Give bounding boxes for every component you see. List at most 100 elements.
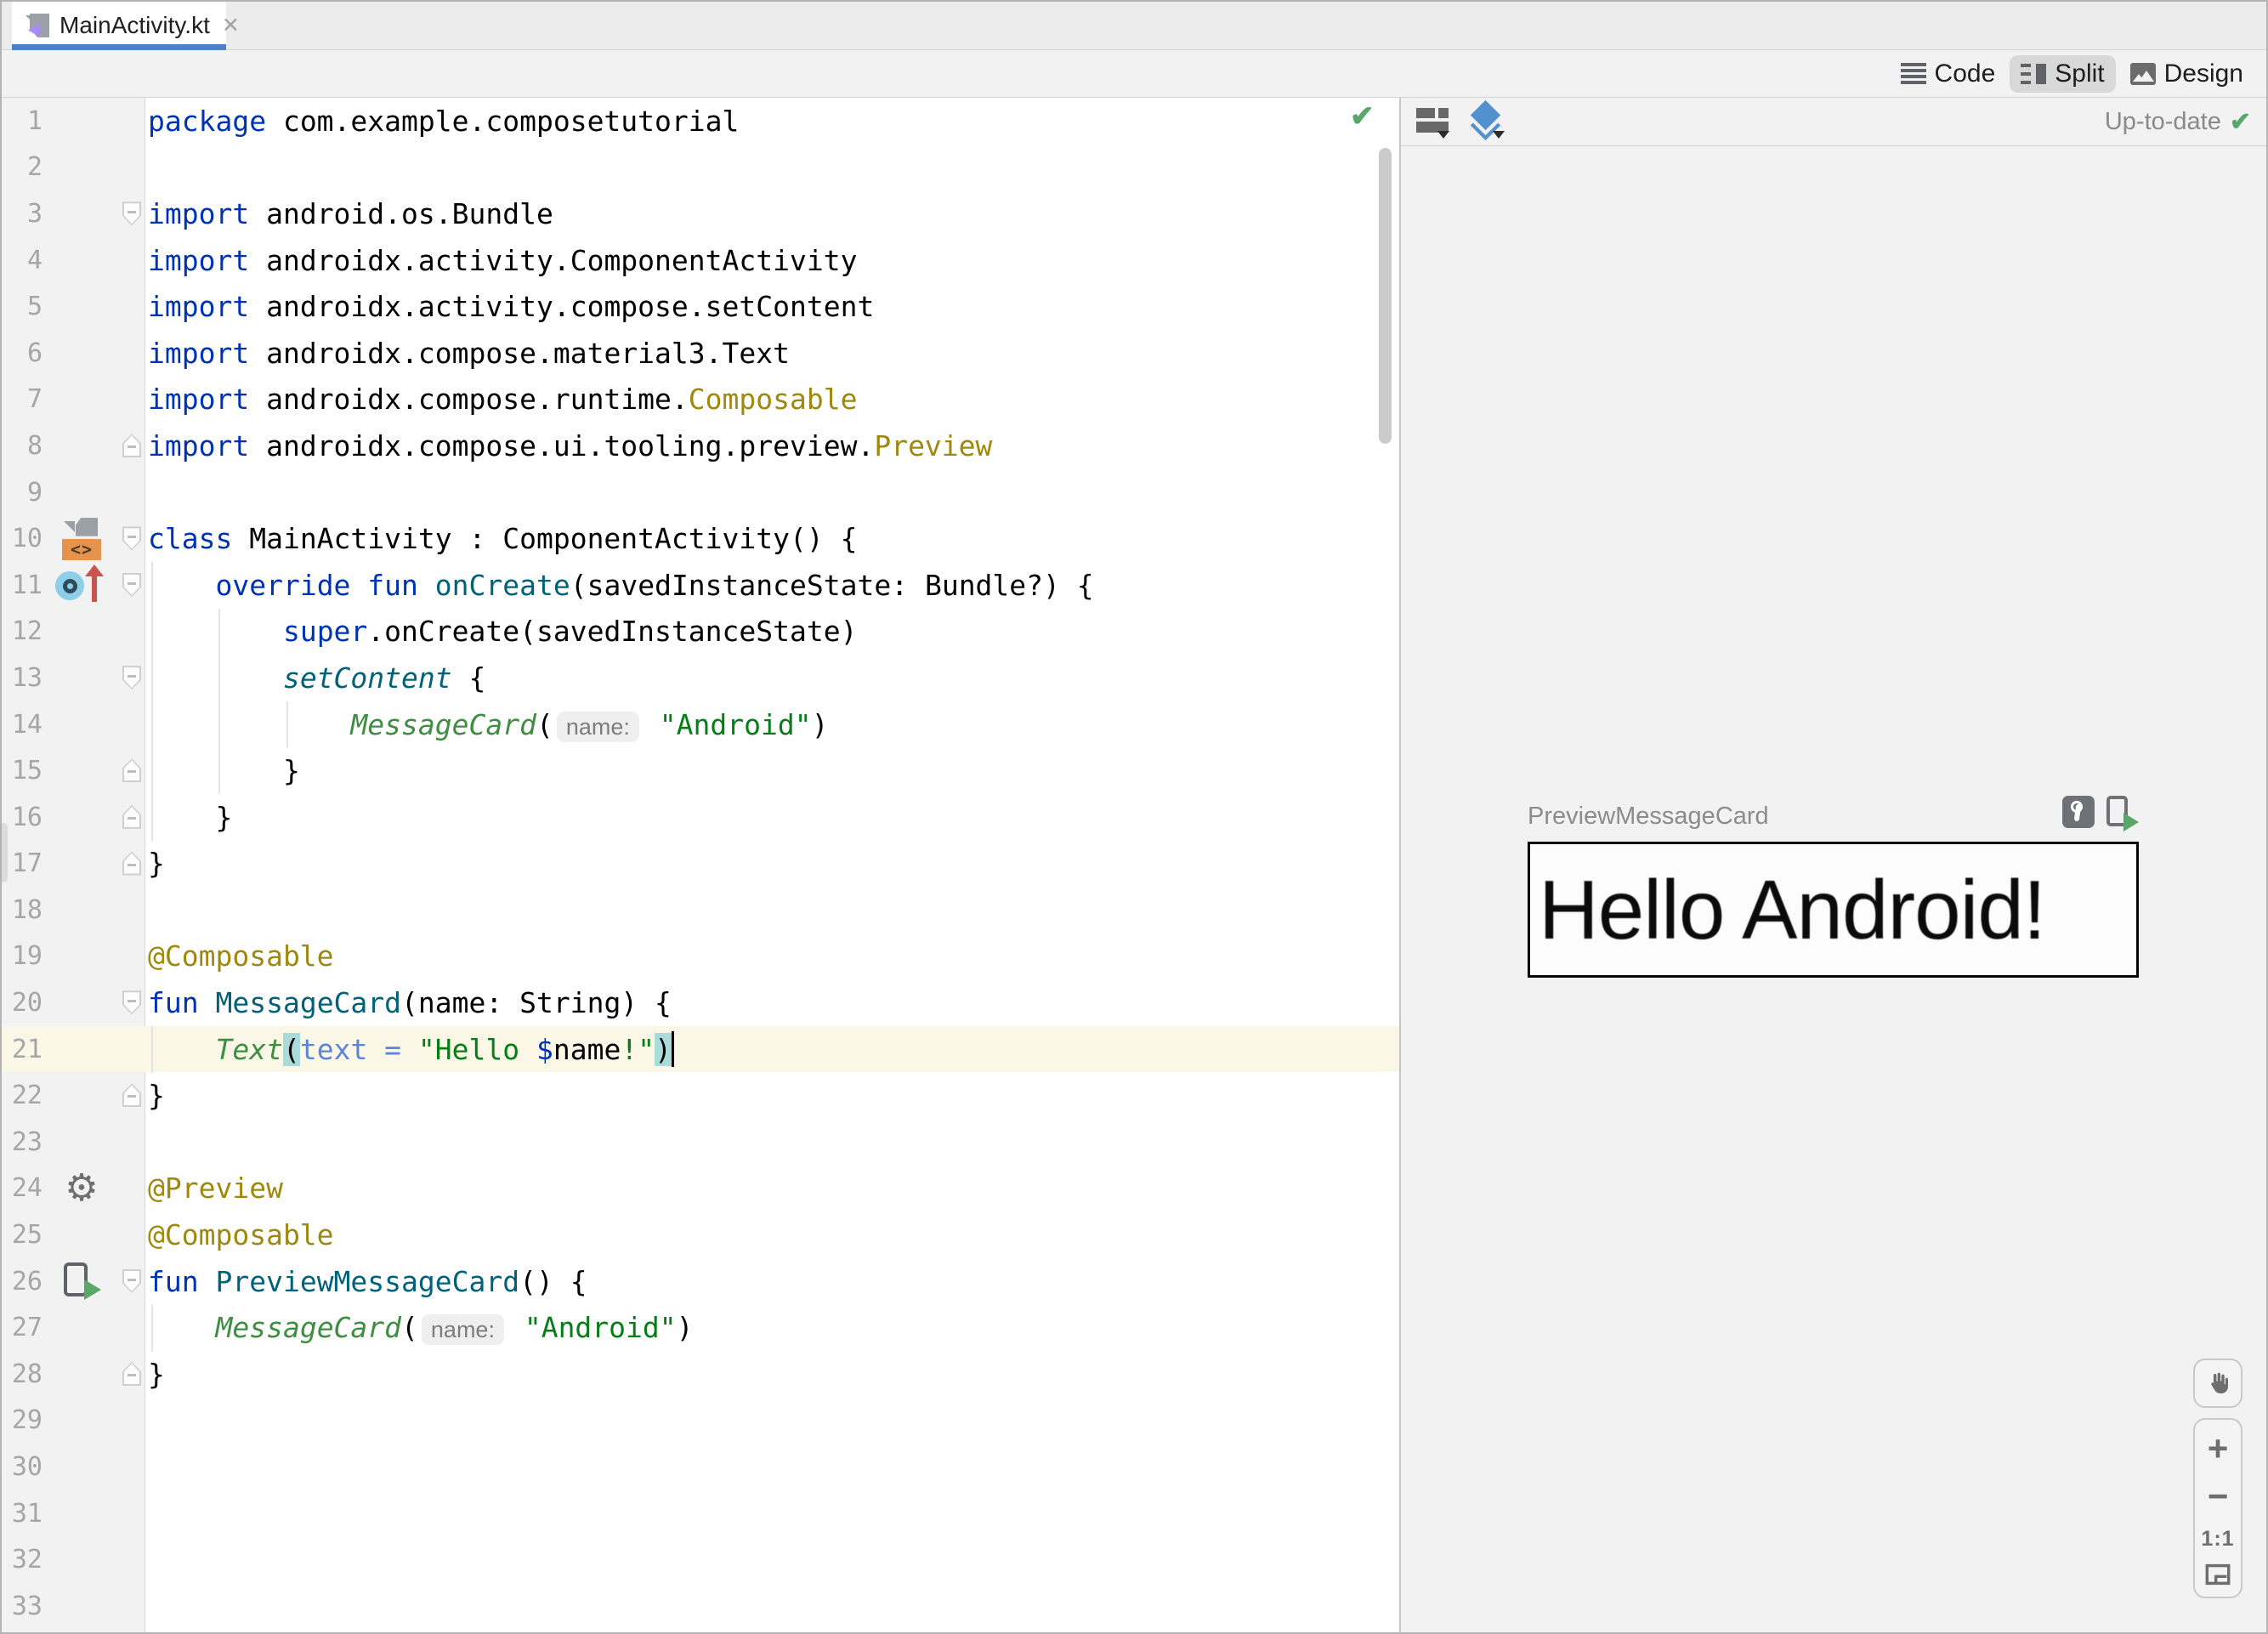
interactive-preview-icon[interactable] <box>2062 796 2095 828</box>
preview-render-frame[interactable]: Hello Android! <box>1528 842 2139 978</box>
code-line[interactable]: 24 ⚙ @Preview <box>2 1166 1399 1212</box>
code-line[interactable]: 30 <box>2 1444 1399 1490</box>
fold-marker[interactable] <box>122 1083 141 1108</box>
code-text[interactable]: MessageCard(name: "Android") <box>145 1311 1399 1346</box>
actual-size-button[interactable]: 1:1 <box>2201 1527 2234 1552</box>
code-text[interactable]: } <box>145 847 1399 880</box>
code-text[interactable]: setContent { <box>145 661 1399 695</box>
code-text[interactable]: import androidx.activity.ComponentActivi… <box>145 244 1399 277</box>
code-line[interactable]: 10 <> class MainActivity : ComponentActivi… <box>2 515 1399 562</box>
code-text[interactable]: package com.example.composetutorial <box>145 105 1399 138</box>
preview-canvas[interactable]: PreviewMessageCard Hello Android! + − 1:… <box>1401 146 2266 1632</box>
code-text[interactable]: import androidx.compose.material3.Text <box>145 337 1399 370</box>
overrides-method-icon[interactable] <box>55 565 108 605</box>
close-icon[interactable]: ✕ <box>222 13 240 38</box>
run-preview-icon[interactable] <box>62 1261 101 1302</box>
code-text[interactable]: override fun onCreate(savedInstanceState… <box>145 569 1399 602</box>
code-editor[interactable]: 1 package com.example.composetutorial 2 3 im… <box>2 98 1399 1632</box>
class-android-component-icon[interactable]: <> <box>62 517 101 560</box>
code-line[interactable]: 31 <box>2 1490 1399 1537</box>
code-line[interactable]: 2 <box>2 145 1399 191</box>
code-line[interactable]: 23 <box>2 1119 1399 1166</box>
code-line[interactable]: 11 override fun onCreate(savedInstanceSt… <box>2 562 1399 609</box>
split-view-button[interactable]: Split <box>2010 54 2116 93</box>
code-line[interactable]: 26 fun PreviewMessageCard() { <box>2 1258 1399 1305</box>
code-text[interactable]: fun MessageCard(name: String) { <box>145 986 1399 1019</box>
code-line[interactable]: 25 @Composable <box>2 1211 1399 1258</box>
code-text[interactable]: } <box>145 1358 1399 1391</box>
inspection-ok-icon[interactable]: ✔ <box>1350 99 1375 133</box>
code-text[interactable]: } <box>145 801 1399 834</box>
design-view-button[interactable]: Design <box>2119 55 2254 93</box>
indent-guide <box>151 1305 153 1352</box>
code-line[interactable]: 20 fun MessageCard(name: String) { <box>2 979 1399 1026</box>
fold-marker[interactable] <box>122 666 141 690</box>
code-line[interactable]: 5 import androidx.activity.compose.setCon… <box>2 283 1399 330</box>
code-text[interactable]: class MainActivity : ComponentActivity()… <box>145 522 1399 555</box>
code-line[interactable]: 8 import androidx.compose.ui.tooling.prev… <box>2 423 1399 469</box>
code-text[interactable]: @Composable <box>145 1218 1399 1251</box>
code-line[interactable]: 27 MessageCard(name: "Android") <box>2 1304 1399 1351</box>
code-view-button[interactable]: Code <box>1890 55 2007 93</box>
run-preview-on-device-icon[interactable] <box>2105 796 2139 831</box>
code-line[interactable]: 16 } <box>2 794 1399 841</box>
line-number: 30 <box>11 1452 43 1483</box>
editor-scrollbar[interactable] <box>1379 148 1392 444</box>
code-text[interactable]: fun PreviewMessageCard() { <box>145 1265 1399 1298</box>
view-options-icon[interactable] <box>1416 105 1450 139</box>
zoom-out-button[interactable]: − <box>2208 1478 2229 1514</box>
fold-column <box>121 933 145 980</box>
code-line[interactable]: 17} <box>2 841 1399 888</box>
code-line[interactable]: 14 MessageCard(name: "Android") <box>2 701 1399 748</box>
code-line[interactable]: 3 import android.os.Bundle <box>2 190 1399 237</box>
code-line[interactable]: 6 import androidx.compose.material3.Text <box>2 330 1399 377</box>
code-line[interactable]: 12 super.onCreate(savedInstanceState) <box>2 609 1399 655</box>
line-number: 10 <box>11 524 43 554</box>
line-number: 24 <box>11 1173 43 1204</box>
tab-mainactivity[interactable]: MainActivity.kt ✕ <box>12 2 240 50</box>
code-line[interactable]: 29 <box>2 1398 1399 1444</box>
code-line[interactable]: 1 package com.example.composetutorial <box>2 98 1399 145</box>
code-text[interactable]: } <box>145 1079 1399 1112</box>
code-line[interactable]: 7 import androidx.compose.runtime.Composa… <box>2 377 1399 423</box>
code-line[interactable]: 18 <box>2 887 1399 933</box>
code-line[interactable]: 28} <box>2 1351 1399 1398</box>
preview-settings-gear-icon[interactable]: ⚙ <box>65 1169 98 1207</box>
code-line[interactable]: 9 <box>2 469 1399 516</box>
code-text[interactable]: import androidx.compose.runtime.Composab… <box>145 383 1399 416</box>
code-line[interactable]: 22} <box>2 1072 1399 1119</box>
code-text[interactable]: @Composable <box>145 939 1399 973</box>
pan-button[interactable] <box>2193 1359 2242 1408</box>
code-text[interactable]: @Preview <box>145 1172 1399 1205</box>
layers-icon[interactable] <box>1469 99 1506 141</box>
line-number: 1 <box>26 105 43 136</box>
code-text[interactable]: import android.os.Bundle <box>145 197 1399 230</box>
code-text[interactable]: MessageCard(name: "Android") <box>145 708 1399 742</box>
preview-name-label[interactable]: PreviewMessageCard <box>1528 803 1769 831</box>
code-line[interactable]: 19 @Composable <box>2 933 1399 980</box>
fold-marker[interactable] <box>122 990 141 1015</box>
fold-marker[interactable] <box>122 572 141 597</box>
code-line[interactable]: 33 <box>2 1583 1399 1630</box>
code-text[interactable]: import androidx.compose.ui.tooling.previ… <box>145 429 1399 462</box>
code-line[interactable]: 15 } <box>2 747 1399 794</box>
code-line[interactable]: 4 import androidx.activity.ComponentActiv… <box>2 237 1399 284</box>
fold-marker[interactable] <box>122 1362 141 1387</box>
fold-marker[interactable] <box>122 434 141 458</box>
fold-marker[interactable] <box>122 851 141 876</box>
code-text[interactable]: import androidx.activity.compose.setCont… <box>145 290 1399 323</box>
code-line[interactable]: 21 Text(text = "Hello $name!") <box>2 1025 1399 1073</box>
fold-marker[interactable] <box>122 758 141 783</box>
code-line[interactable]: 34 <box>2 1630 1399 1632</box>
fold-marker[interactable] <box>122 804 141 829</box>
fit-to-screen-icon[interactable] <box>2205 1563 2231 1586</box>
code-text[interactable]: Text(text = "Hello $name!") <box>145 1031 1399 1068</box>
code-line[interactable]: 13 setContent { <box>2 655 1399 701</box>
fold-marker[interactable] <box>122 201 141 226</box>
code-text[interactable]: } <box>145 754 1399 787</box>
fold-marker[interactable] <box>122 1268 141 1293</box>
fold-marker[interactable] <box>122 526 141 551</box>
zoom-in-button[interactable]: + <box>2208 1431 2229 1467</box>
code-line[interactable]: 32 <box>2 1536 1399 1583</box>
code-text[interactable]: super.onCreate(savedInstanceState) <box>145 615 1399 648</box>
